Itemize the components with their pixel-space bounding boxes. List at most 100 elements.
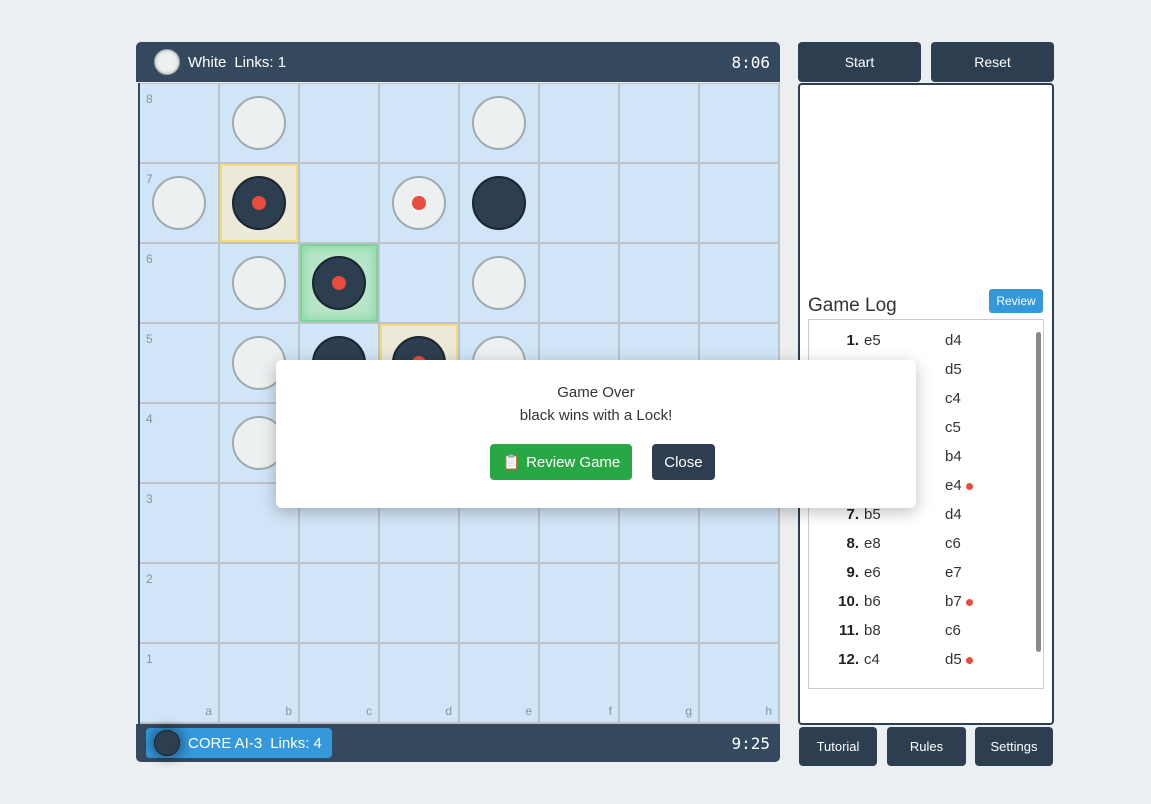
rules-button[interactable]: Rules <box>887 727 966 766</box>
bottom-player-name: CORE AI-3 <box>188 734 263 752</box>
square-c2[interactable] <box>300 564 378 642</box>
square-c8[interactable] <box>300 84 378 162</box>
log-row[interactable]: 7. b5 d4 <box>809 506 1029 535</box>
review-game-button[interactable]: 📋 Review Game <box>490 444 633 480</box>
square-b7[interactable] <box>220 164 298 242</box>
square-c7[interactable] <box>300 164 378 242</box>
log-row[interactable]: 12. c4 d5 <box>809 651 1029 680</box>
log-row[interactable]: 1. e5 d4 <box>809 332 1029 361</box>
square-b8[interactable] <box>220 84 298 162</box>
black-move-cell: e7 <box>945 564 962 581</box>
white-move: b6 <box>864 593 881 610</box>
square-d1[interactable]: d <box>380 644 458 722</box>
black-move: d4 <box>945 332 962 349</box>
square-c6[interactable] <box>300 244 378 322</box>
log-row[interactable]: 10. b6 b7 <box>809 593 1029 622</box>
review-button[interactable]: Review <box>989 289 1043 313</box>
top-player-links: Links: 1 <box>234 53 287 71</box>
close-button[interactable]: Close <box>652 444 715 480</box>
square-h7[interactable] <box>700 164 778 242</box>
black-move-cell: c6 <box>945 622 961 639</box>
square-b6[interactable] <box>220 244 298 322</box>
square-g1[interactable]: g <box>620 644 698 722</box>
file-label: f <box>608 704 612 718</box>
white-stone[interactable] <box>152 176 206 230</box>
square-a1[interactable]: 1a <box>140 644 218 722</box>
white-move: b8 <box>864 622 881 639</box>
start-button[interactable]: Start <box>798 42 921 82</box>
square-d7[interactable] <box>380 164 458 242</box>
square-f8[interactable] <box>540 84 618 162</box>
black-stone[interactable] <box>232 176 286 230</box>
square-c1[interactable]: c <box>300 644 378 722</box>
square-a8[interactable]: 8 <box>140 84 218 162</box>
square-a7[interactable]: 7 <box>140 164 218 242</box>
black-stone[interactable] <box>472 176 526 230</box>
scrollbar[interactable] <box>1036 332 1041 652</box>
rank-label: 8 <box>146 92 153 106</box>
dialog-title: Game Over <box>557 384 635 401</box>
white-stone[interactable] <box>472 96 526 150</box>
black-move-cell: c5 <box>945 419 961 436</box>
bottom-player-bar: CORE AI-3 Links: 4 9:25 <box>136 724 780 762</box>
bottom-player-links: Links: 4 <box>270 734 322 752</box>
square-g2[interactable] <box>620 564 698 642</box>
settings-button[interactable]: Settings <box>975 727 1053 766</box>
square-a2[interactable]: 2 <box>140 564 218 642</box>
square-d6[interactable] <box>380 244 458 322</box>
reset-button[interactable]: Reset <box>931 42 1054 82</box>
white-move: e8 <box>864 535 881 552</box>
square-g6[interactable] <box>620 244 698 322</box>
black-move: e7 <box>945 564 962 581</box>
square-h8[interactable] <box>700 84 778 162</box>
black-move-cell: c6 <box>945 535 961 552</box>
square-f1[interactable]: f <box>540 644 618 722</box>
move-number: 7. <box>846 506 859 523</box>
log-row[interactable]: 8. e8 c6 <box>809 535 1029 564</box>
move-number: 10. <box>838 593 859 610</box>
black-move-cell: c4 <box>945 390 961 407</box>
square-b2[interactable] <box>220 564 298 642</box>
log-row[interactable]: 11. b8 c6 <box>809 622 1029 651</box>
white-stone[interactable] <box>392 176 446 230</box>
square-e1[interactable]: e <box>460 644 538 722</box>
review-game-label: Review Game <box>526 453 621 471</box>
square-e2[interactable] <box>460 564 538 642</box>
black-stone-icon <box>154 730 180 756</box>
square-g7[interactable] <box>620 164 698 242</box>
marker-dot-icon <box>965 656 973 664</box>
white-stone[interactable] <box>232 96 286 150</box>
black-move: c6 <box>945 622 961 639</box>
black-move-cell: b7 <box>945 593 973 610</box>
white-move: c4 <box>864 651 880 668</box>
black-move-cell: e4 <box>945 477 973 494</box>
file-label: h <box>765 704 772 718</box>
black-move-cell: d4 <box>945 506 962 523</box>
square-b1[interactable]: b <box>220 644 298 722</box>
square-h1[interactable]: h <box>700 644 778 722</box>
log-row[interactable]: 9. e6 e7 <box>809 564 1029 593</box>
square-a5[interactable]: 5 <box>140 324 218 402</box>
square-a6[interactable]: 6 <box>140 244 218 322</box>
square-a3[interactable]: 3 <box>140 484 218 562</box>
square-g8[interactable] <box>620 84 698 162</box>
file-label: c <box>366 704 372 718</box>
square-d2[interactable] <box>380 564 458 642</box>
square-e8[interactable] <box>460 84 538 162</box>
last-move-marker <box>252 196 266 210</box>
square-e7[interactable] <box>460 164 538 242</box>
black-move-cell: b4 <box>945 448 962 465</box>
square-a4[interactable]: 4 <box>140 404 218 482</box>
square-f6[interactable] <box>540 244 618 322</box>
square-d8[interactable] <box>380 84 458 162</box>
white-stone[interactable] <box>232 256 286 310</box>
white-stone[interactable] <box>472 256 526 310</box>
square-e6[interactable] <box>460 244 538 322</box>
tutorial-button[interactable]: Tutorial <box>799 727 877 766</box>
square-f2[interactable] <box>540 564 618 642</box>
square-h2[interactable] <box>700 564 778 642</box>
square-h6[interactable] <box>700 244 778 322</box>
bottom-player-clock: 9:25 <box>731 733 770 753</box>
black-stone[interactable] <box>312 256 366 310</box>
square-f7[interactable] <box>540 164 618 242</box>
